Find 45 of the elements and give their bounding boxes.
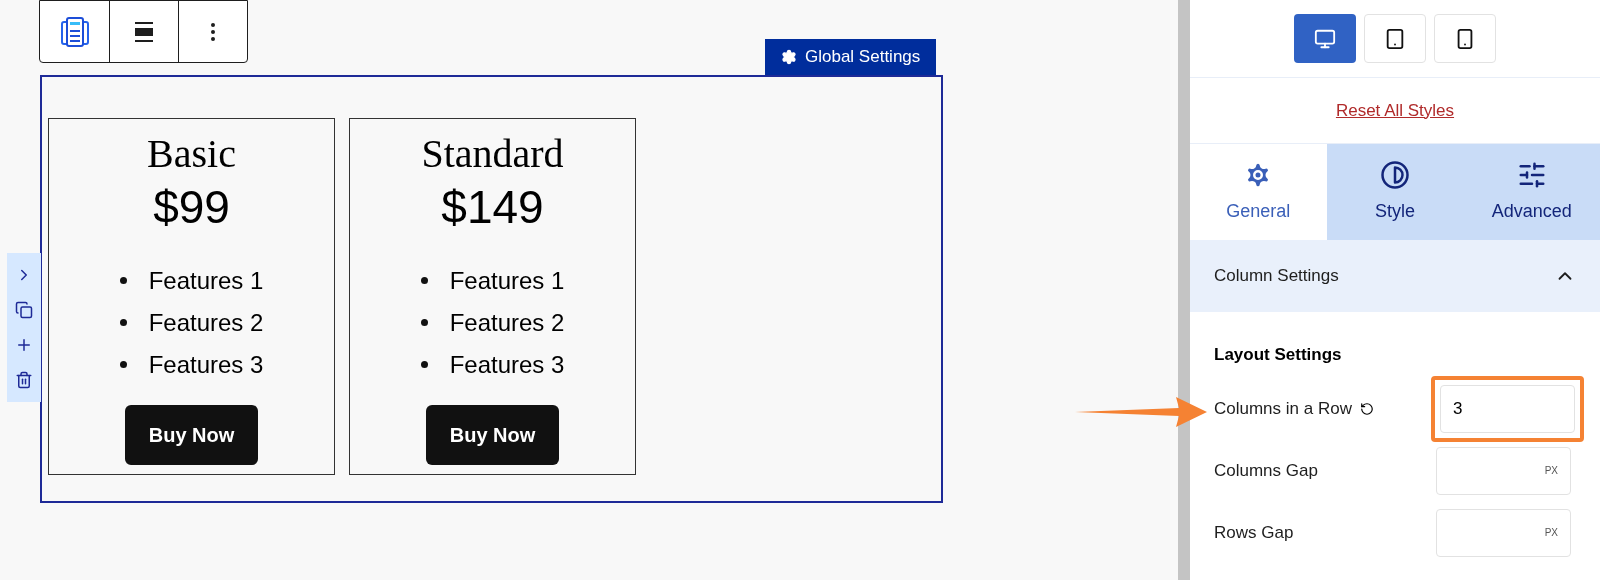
unit-label: PX bbox=[1544, 464, 1558, 478]
tab[interactable]: Advanced bbox=[1463, 144, 1600, 240]
unit-label: PX bbox=[1544, 526, 1558, 540]
global-settings-button[interactable]: Global Settings bbox=[765, 39, 937, 75]
field-label: Rows Gap bbox=[1214, 521, 1294, 544]
contrast-icon bbox=[1380, 159, 1410, 190]
section-header[interactable]: Column Settings bbox=[1190, 240, 1600, 312]
feature-text: Features 2 bbox=[449, 307, 565, 338]
tab[interactable]: General bbox=[1190, 144, 1327, 240]
plan-price: $99 bbox=[153, 180, 230, 235]
bullet-icon bbox=[420, 277, 428, 284]
settings-icon bbox=[781, 49, 797, 65]
copy-icon[interactable] bbox=[15, 300, 33, 319]
bullet-icon bbox=[119, 361, 127, 368]
buy-now-button[interactable]: Buy Now bbox=[125, 404, 258, 465]
plan-price: $149 bbox=[441, 180, 544, 235]
tablet-icon bbox=[1384, 27, 1406, 50]
bullet-icon bbox=[420, 319, 428, 326]
tab[interactable]: Style bbox=[1326, 144, 1464, 240]
bullet-icon bbox=[119, 319, 127, 326]
plan-title: Basic bbox=[147, 130, 236, 178]
field-label: Columns in a Row bbox=[1214, 397, 1352, 420]
buy-now-button[interactable]: Buy Now bbox=[426, 404, 559, 465]
feature-text: Features 3 bbox=[449, 349, 565, 380]
feature-text: Features 1 bbox=[148, 265, 264, 296]
reset-link[interactable]: Reset All Styles bbox=[1335, 97, 1455, 124]
field-value: 3 bbox=[1453, 397, 1463, 420]
bullet-icon bbox=[420, 361, 428, 368]
field-label: Columns Gap bbox=[1214, 459, 1318, 482]
plan-title: Standard bbox=[421, 130, 564, 178]
feature-text: Features 1 bbox=[449, 265, 565, 296]
bullet-icon bbox=[119, 277, 127, 284]
device-button[interactable] bbox=[1434, 14, 1496, 63]
desktop-icon bbox=[1314, 27, 1336, 50]
group-title: Layout Settings bbox=[1214, 344, 1343, 366]
more-icon bbox=[211, 22, 215, 41]
reset-icon[interactable] bbox=[1359, 401, 1374, 416]
feature-text: Features 2 bbox=[148, 307, 264, 338]
feature-text: Features 3 bbox=[148, 349, 264, 380]
trash-icon[interactable] bbox=[15, 371, 33, 390]
device-button[interactable] bbox=[1364, 14, 1426, 63]
input-field[interactable]: 3 bbox=[1440, 384, 1575, 433]
input-field[interactable]: PX bbox=[1436, 446, 1571, 495]
align-icon bbox=[132, 19, 156, 44]
input-field[interactable]: PX bbox=[1436, 508, 1571, 557]
